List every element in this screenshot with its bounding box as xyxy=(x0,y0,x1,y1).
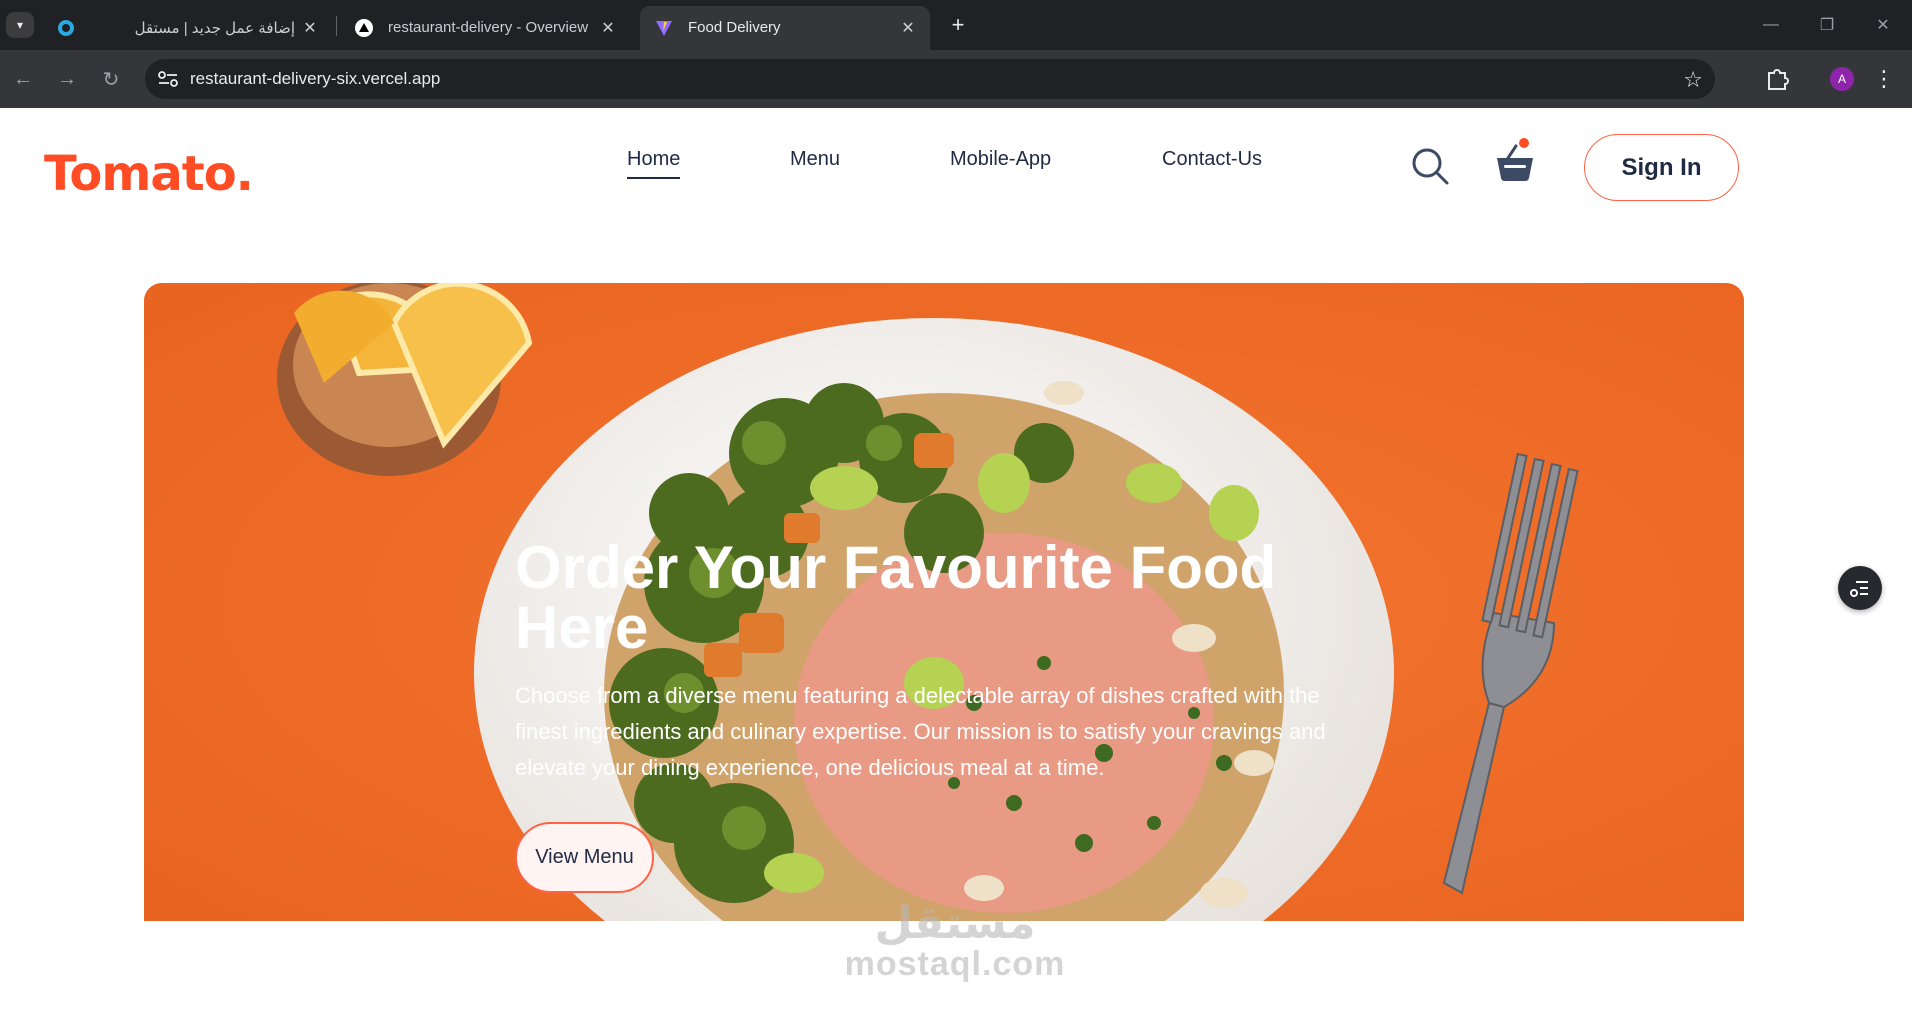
tab-label: restaurant-delivery - Overview - xyxy=(388,19,593,36)
tab-search-chevron-down-icon[interactable]: ▾ xyxy=(6,12,34,38)
view-menu-button[interactable]: View Menu xyxy=(515,822,654,893)
nav-contact-us[interactable]: Contact-Us xyxy=(1162,148,1262,171)
close-window-icon[interactable]: ✕ xyxy=(1868,12,1898,38)
tab-close-icon[interactable]: ✕ xyxy=(300,18,320,38)
mostaql-icon xyxy=(58,20,74,36)
back-arrow-icon[interactable]: ← xyxy=(8,64,38,94)
tab-vercel-overview[interactable]: restaurant-delivery - Overview - ✕ xyxy=(340,6,630,50)
tab-close-icon[interactable]: ✕ xyxy=(898,18,918,38)
profile-avatar[interactable]: A xyxy=(1830,67,1854,91)
nav-mobile-app[interactable]: Mobile-App xyxy=(950,148,1051,171)
address-bar[interactable]: restaurant-delivery-six.vercel.app ☆ xyxy=(145,59,1715,99)
tab-divider xyxy=(336,16,337,36)
cart-badge-dot xyxy=(1519,138,1529,148)
site-settings-icon[interactable] xyxy=(157,69,179,89)
hero-description: Choose from a diverse menu featuring a d… xyxy=(515,683,1326,780)
tab-label: Food Delivery xyxy=(688,19,781,36)
extensions-puzzle-icon[interactable] xyxy=(1762,63,1792,93)
page-viewport: Tomato. Home Menu Mobile-App Contact-Us … xyxy=(0,108,1912,1017)
site-logo[interactable]: Tomato. xyxy=(44,146,254,202)
watermark-arabic: مستقل xyxy=(874,899,1036,948)
tab-close-icon[interactable]: ✕ xyxy=(598,18,618,38)
tab-label: إضافة عمل جديد | مستقل xyxy=(134,20,295,37)
reload-icon[interactable]: ↻ xyxy=(96,64,126,94)
nav-menu[interactable]: Menu xyxy=(790,148,840,171)
browser-toolbar: ← → ↻ restaurant-delivery-six.vercel.app… xyxy=(0,50,1912,108)
tab-mostaql[interactable]: إضافة عمل جديد | مستقل ✕ xyxy=(42,6,332,50)
nav-home[interactable]: Home xyxy=(627,148,681,179)
floating-list-settings-icon[interactable] xyxy=(1838,566,1882,610)
vercel-icon xyxy=(355,19,373,37)
watermark-latin: mostaql.com xyxy=(844,945,1066,983)
hero-title: Order Your Favourite Food Here xyxy=(515,534,1277,661)
browser-tab-strip: ▾ إضافة عمل جديد | مستقل ✕ restaurant-de… xyxy=(0,0,1912,50)
sign-in-button[interactable]: Sign In xyxy=(1584,134,1739,201)
hero-banner: Order Your Favourite Food Here Choose fr… xyxy=(144,283,1744,921)
forward-arrow-icon[interactable]: → xyxy=(52,64,82,94)
minimize-icon[interactable]: — xyxy=(1756,12,1786,38)
more-vertical-icon[interactable]: ⋮ xyxy=(1873,64,1895,94)
basket-icon[interactable] xyxy=(1494,138,1536,184)
watermark: مستقل mostaql.com xyxy=(838,899,1072,983)
restore-icon[interactable]: ❐ xyxy=(1812,12,1842,38)
url-text[interactable]: restaurant-delivery-six.vercel.app xyxy=(190,69,440,89)
tab-food-delivery[interactable]: Food Delivery ✕ xyxy=(640,6,930,50)
search-icon[interactable] xyxy=(1410,146,1450,186)
new-tab-plus-icon[interactable]: + xyxy=(944,12,972,38)
vite-icon xyxy=(656,21,672,36)
bookmark-star-icon[interactable]: ☆ xyxy=(1683,67,1703,93)
